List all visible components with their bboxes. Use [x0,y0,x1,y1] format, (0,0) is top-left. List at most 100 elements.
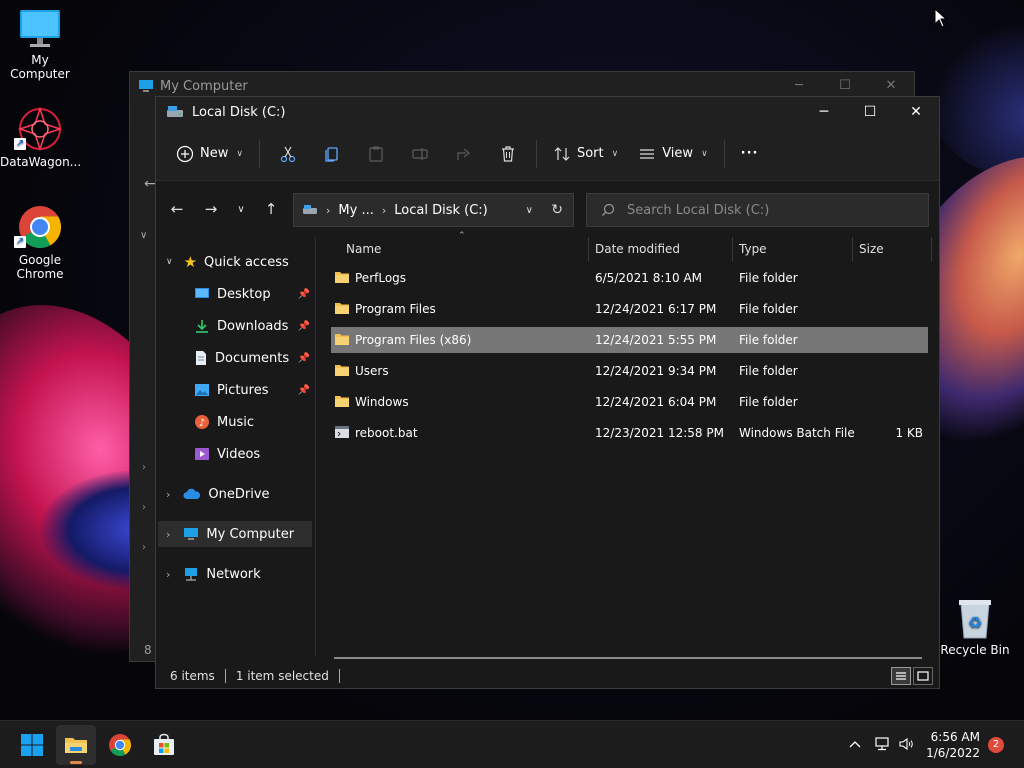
sidebar-item-onedrive[interactable]: › OneDrive [166,481,316,507]
maximize-button[interactable]: ☐ [847,97,893,127]
videos-icon [195,448,209,460]
folder-icon [334,301,350,317]
notification-badge[interactable]: 2 [988,737,1004,753]
chevron-right-icon: › [142,542,146,553]
sidebar-item-network[interactable]: › Network [166,561,316,587]
start-button[interactable] [12,725,52,765]
file-name: Users [355,364,389,378]
sidebar-item-label: OneDrive [208,486,270,502]
up-button[interactable]: ↑ [254,200,288,218]
recycle-bin-icon: ♻ [959,600,991,639]
sidebar-item-my-computer[interactable]: › My Computer [158,521,312,547]
sort-button-label: Sort [576,146,604,161]
chevron-down-icon: ∨ [611,148,619,159]
folder-icon [334,363,350,379]
sort-button[interactable]: Sort ∨ [543,138,628,170]
network-tray-icon[interactable] [873,735,891,753]
window-title: Local Disk (C:) [192,104,286,120]
forward-button[interactable]: → [194,200,228,218]
back-arrow-icon: ← [144,176,156,192]
breadcrumb-my-computer[interactable]: My ... [338,203,373,218]
taskbar-file-explorer[interactable] [56,725,96,765]
sidebar-item-documents[interactable]: Documents 📌 [194,345,310,371]
column-header-size[interactable]: Size [859,237,884,261]
chevron-right-icon: › [166,487,171,501]
search-box[interactable]: Search Local Disk (C:) [586,193,929,227]
taskbar-store[interactable] [144,725,184,765]
file-row[interactable]: Windows 12/24/2021 6:04 PM File folder [331,389,928,415]
svg-text:♪: ♪ [199,418,205,429]
delete-button[interactable] [494,138,522,170]
file-date-modified: 6/5/2021 8:10 AM [595,271,703,285]
chevron-down-icon: ∨ [140,230,148,241]
close-button[interactable]: ✕ [893,97,939,127]
address-dropdown-button[interactable]: ∨ [526,205,533,216]
file-name: Windows [355,395,409,409]
file-row[interactable]: Program Files (x86) 12/24/2021 5:55 PM Fil… [331,327,928,353]
chevron-right-icon: › [142,462,146,473]
explorer-window[interactable]: Local Disk (C:) ─ ☐ ✕ New ∨ Sort ∨ View … [155,96,940,689]
recent-locations-button[interactable]: ∨ [228,204,254,215]
taskbar: 6:56 AM 1/6/2022 2 [0,720,1024,768]
sidebar-item-label: Desktop [217,286,271,302]
copy-button[interactable] [318,138,346,170]
address-bar[interactable]: › My ... › Local Disk (C:) ∨ ↻ [293,193,574,227]
back-window-title: My Computer [160,78,248,94]
pictures-icon [195,384,209,396]
minimize-button[interactable]: ─ [801,97,847,127]
column-header-name[interactable]: Name [346,237,381,261]
details-view-button[interactable] [891,667,911,685]
sidebar-item-quick-access[interactable]: ∨ ★ Quick access [166,249,316,275]
sidebar-item-label: Quick access [204,254,289,270]
chevron-down-icon: ∨ [236,148,243,159]
rename-button[interactable] [406,138,434,170]
paste-button[interactable] [362,138,390,170]
sidebar-item-label: My Computer [206,526,295,542]
sidebar-item-pictures[interactable]: Pictures 📌 [194,377,310,403]
view-button[interactable]: View ∨ [628,138,717,170]
sidebar-item-desktop[interactable]: Desktop 📌 [194,281,310,307]
volume-tray-icon[interactable] [897,735,915,753]
file-row[interactable]: reboot.bat 12/23/2021 12:58 PM Windows Bat… [331,420,928,446]
large-icons-view-button[interactable] [913,667,933,685]
show-hidden-icons-button[interactable] [846,735,864,753]
sidebar-item-videos[interactable]: Videos [194,441,310,467]
mouse-cursor-icon [934,8,948,28]
taskbar-clock[interactable]: 6:56 AM 1/6/2022 [926,729,980,761]
file-date-modified: 12/24/2021 6:17 PM [595,302,717,316]
item-count: 6 items [170,669,215,683]
column-header-type[interactable]: Type [739,237,767,261]
desktop-icon-recycle-bin[interactable]: ♻ Recycle Bin [935,596,1015,657]
file-row[interactable]: PerfLogs 6/5/2021 8:10 AM File folder [331,265,928,291]
column-header-date[interactable]: Date modified [595,237,680,261]
trash-icon [501,145,514,162]
cut-button[interactable] [274,138,302,170]
file-name: reboot.bat [355,426,418,440]
address-row: ← → ∨ ↑ › My ... › Local Disk (C:) ∨ ↻ S… [156,181,939,237]
horizontal-scrollbar[interactable] [334,657,922,659]
new-button[interactable]: New ∨ [166,138,253,170]
sidebar-item-music[interactable]: ♪ Music [194,409,310,435]
refresh-button[interactable]: ↻ [551,202,563,218]
pin-icon: 📌 [297,384,310,396]
taskbar-chrome[interactable] [100,725,140,765]
desktop-icon-google-chrome[interactable]: ↗ Google Chrome [0,204,80,281]
file-date-modified: 12/24/2021 6:04 PM [595,395,717,409]
copy-icon [325,146,338,162]
more-options-button[interactable]: ··· [731,138,769,170]
share-button[interactable] [450,138,478,170]
desktop-icon-datawagon[interactable]: ↗ DataWagon... [0,106,81,169]
download-icon [196,320,208,333]
back-button[interactable]: ← [160,200,194,218]
desktop-folder-icon [195,288,209,298]
view-list-icon [640,148,655,159]
chrome-icon [109,734,131,756]
desktop-icon-my-computer[interactable]: My Computer [0,8,80,81]
shortcut-arrow-icon: ↗ [14,138,26,150]
breadcrumb-local-disk[interactable]: Local Disk (C:) [394,203,487,218]
file-size: 1 KB [895,426,923,440]
sidebar-item-downloads[interactable]: Downloads 📌 [194,313,310,339]
rename-icon [412,147,428,160]
file-row[interactable]: Program Files 12/24/2021 6:17 PM File fold… [331,296,928,322]
file-row[interactable]: Users 12/24/2021 9:34 PM File folder [331,358,928,384]
